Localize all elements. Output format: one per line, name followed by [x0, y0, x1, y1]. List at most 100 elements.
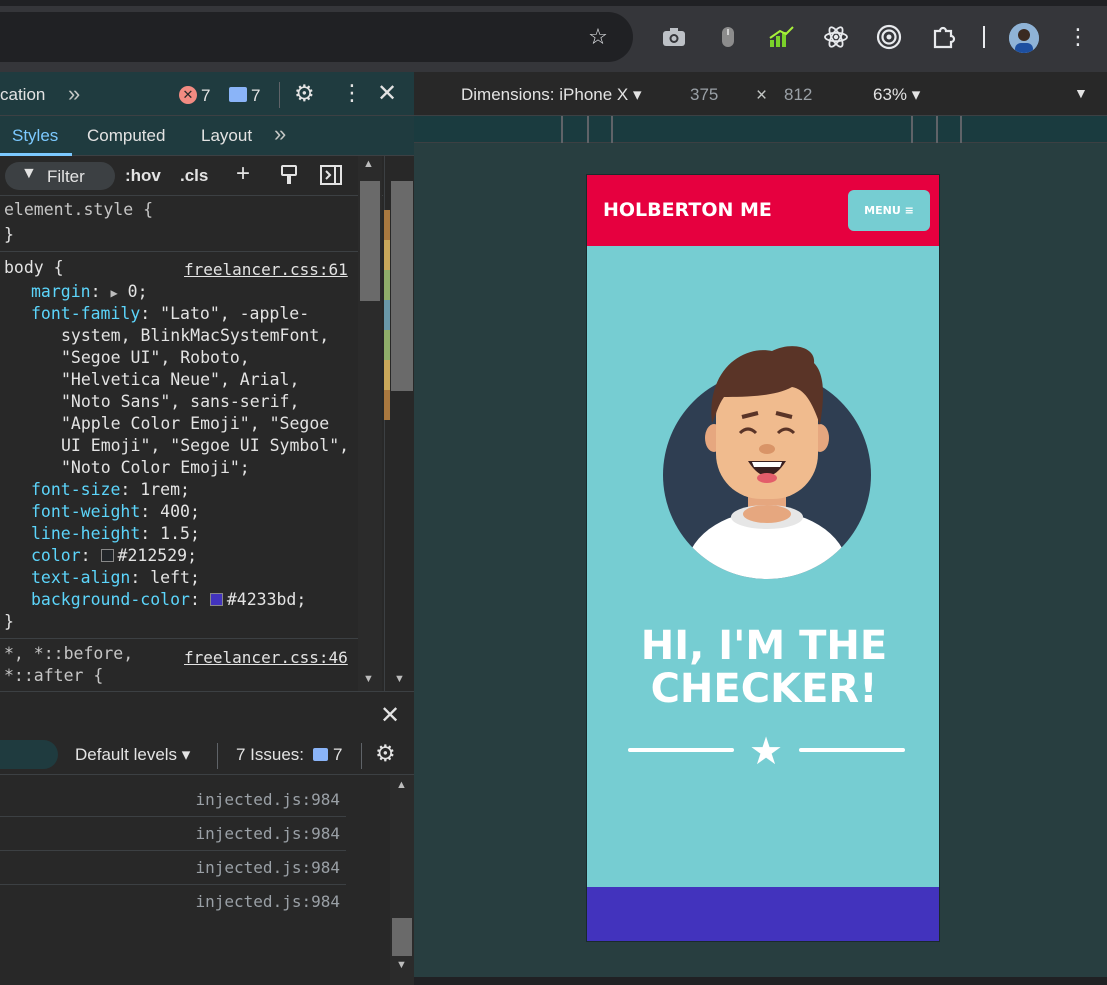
times-icon: × [756, 85, 768, 106]
errors-count[interactable]: 7 [201, 86, 210, 106]
issues-label[interactable]: 7 Issues: [236, 745, 304, 765]
heading-line-1: HI, I'M THE [640, 623, 888, 669]
val-font-size[interactable]: 1rem; [140, 480, 190, 499]
toolbar-separator [983, 26, 985, 48]
prop-font-family[interactable]: font-family [31, 304, 140, 323]
overview-scrollbar-thumb[interactable] [391, 181, 413, 391]
filter-label: Filter [47, 167, 85, 186]
default-levels-dropdown[interactable]: Default levels ▾ [75, 745, 190, 765]
console-source-link[interactable]: injected.js:984 [196, 858, 341, 877]
scroll-down-arrow-icon[interactable]: ▼ [394, 673, 405, 685]
console-row[interactable]: injected.js:984 [0, 783, 346, 817]
bg-color-swatch[interactable] [209, 593, 223, 606]
val-margin[interactable]: 0; [128, 282, 148, 301]
device-toolbar: Dimensions: iPhone X ▾ 375 × 812 63% ▾ ▼ [414, 72, 1107, 116]
val-font-family-7[interactable]: UI Emoji", "Segoe UI Symbol", [61, 436, 349, 455]
body-source-link[interactable]: freelancer.css:61 [184, 260, 348, 279]
width-input[interactable]: 375 [690, 85, 718, 105]
universal-selector-2[interactable]: *::after { [4, 666, 103, 685]
more-subtabs-icon[interactable]: » [274, 121, 286, 147]
dimensions-dropdown[interactable]: Dimensions: iPhone X ▾ [461, 85, 642, 105]
puzzle-extensions-icon[interactable] [929, 22, 959, 52]
more-vert-icon[interactable]: ⋮ [1063, 22, 1093, 52]
bookmark-star-icon[interactable]: ☆ [583, 22, 613, 52]
rule-divider [0, 638, 358, 639]
console-row[interactable]: injected.js:984 [0, 851, 346, 885]
scroll-down-arrow-icon[interactable]: ▼ [396, 959, 407, 971]
val-line-height[interactable]: 1.5; [160, 524, 200, 543]
messages-count[interactable]: 7 [251, 86, 260, 106]
site-navbar: HOLBERTON ME MENU ≡ [587, 175, 939, 246]
camera-extension-icon[interactable] [659, 22, 689, 52]
console-source-link[interactable]: injected.js:984 [196, 790, 341, 809]
zoom-dropdown[interactable]: 63% ▾ [873, 85, 920, 105]
chart-extension-icon[interactable] [766, 22, 796, 52]
tab-computed[interactable]: Computed [87, 126, 165, 146]
more-panels-icon[interactable]: » [68, 81, 80, 107]
hov-button[interactable]: :hov [125, 166, 161, 186]
site-brand[interactable]: HOLBERTON ME [603, 199, 772, 221]
styles-filter-input[interactable]: ▼ Filter [5, 162, 115, 190]
rule-divider [0, 251, 358, 252]
console-filter-input[interactable] [0, 740, 58, 769]
prop-line-height[interactable]: line-height [31, 524, 140, 543]
target-extension-icon[interactable] [874, 22, 904, 52]
more-options-icon[interactable]: ⋮ [341, 80, 363, 106]
bottom-strip [414, 977, 1107, 985]
prop-margin[interactable]: margin [31, 282, 91, 301]
val-font-family-1[interactable]: "Lato", -apple- [160, 304, 309, 323]
profile-avatar[interactable] [1009, 23, 1039, 53]
val-font-family-5[interactable]: "Noto Sans", sans-serif, [61, 392, 299, 411]
val-font-family-8[interactable]: "Noto Color Emoji"; [61, 458, 250, 477]
console-settings-icon[interactable]: ⚙ [375, 740, 396, 767]
console-drawer-header: ✕ [0, 691, 414, 737]
prop-text-align[interactable]: text-align [31, 568, 130, 587]
universal-source-link[interactable]: freelancer.css:46 [184, 648, 348, 667]
val-font-family-6[interactable]: "Apple Color Emoji", "Segoe [61, 414, 329, 433]
val-font-family-4[interactable]: "Helvetica Neue", Arial, [61, 370, 299, 389]
console-source-link[interactable]: injected.js:984 [196, 892, 341, 911]
color-swatch[interactable] [100, 549, 114, 562]
expand-triangle-icon[interactable]: ▶ [110, 286, 117, 300]
device-options-chevron-icon[interactable]: ▼ [1074, 85, 1088, 101]
val-font-family-3[interactable]: "Segoe UI", Roboto, [61, 348, 250, 367]
paint-brush-icon[interactable] [281, 165, 297, 185]
mouse-extension-icon[interactable] [713, 22, 743, 52]
console-source-link[interactable]: injected.js:984 [196, 824, 341, 843]
address-bar[interactable] [0, 12, 633, 62]
console-row[interactable]: injected.js:984 [0, 885, 346, 919]
body-selector[interactable]: body { [4, 258, 64, 277]
val-font-weight[interactable]: 400; [160, 502, 200, 521]
tab-styles[interactable]: Styles [12, 126, 58, 146]
menu-button[interactable]: MENU ≡ [848, 190, 930, 231]
val-text-align[interactable]: left; [150, 568, 200, 587]
val-background-color[interactable]: #4233bd; [227, 590, 306, 609]
prop-font-weight[interactable]: font-weight [31, 502, 140, 521]
scroll-down-arrow-icon[interactable]: ▼ [363, 673, 374, 685]
universal-selector-1[interactable]: *, *::before, [4, 644, 133, 663]
scroll-up-arrow-icon[interactable]: ▲ [396, 779, 407, 791]
close-drawer-icon[interactable]: ✕ [380, 701, 400, 730]
close-devtools-icon[interactable]: ✕ [377, 79, 397, 108]
toggle-sidebar-icon[interactable] [320, 165, 342, 185]
console-divider [361, 743, 362, 769]
prop-background-color[interactable]: background-color [31, 590, 190, 609]
settings-gear-icon[interactable]: ⚙ [294, 80, 315, 107]
element-style-selector[interactable]: element.style { [4, 200, 153, 219]
console-row[interactable]: injected.js:984 [0, 817, 346, 851]
panel-tab-application[interactable]: cation [0, 85, 45, 105]
prop-color[interactable]: color [31, 546, 81, 565]
val-font-family-2[interactable]: system, BlinkMacSystemFont, [61, 326, 329, 345]
new-rule-plus-icon[interactable]: + [236, 160, 250, 188]
react-devtools-icon[interactable] [821, 22, 851, 52]
tab-layout[interactable]: Layout [201, 126, 252, 146]
issues-count[interactable]: 7 [333, 745, 342, 765]
scroll-up-arrow-icon[interactable]: ▲ [363, 158, 374, 170]
height-input[interactable]: 812 [784, 85, 812, 105]
cls-button[interactable]: .cls [180, 166, 208, 186]
console-scrollbar-thumb[interactable] [392, 918, 412, 956]
toolbar-divider [279, 82, 280, 108]
prop-font-size[interactable]: font-size [31, 480, 120, 499]
val-color[interactable]: #212529; [118, 546, 197, 565]
styles-scrollbar-thumb[interactable] [360, 181, 380, 301]
